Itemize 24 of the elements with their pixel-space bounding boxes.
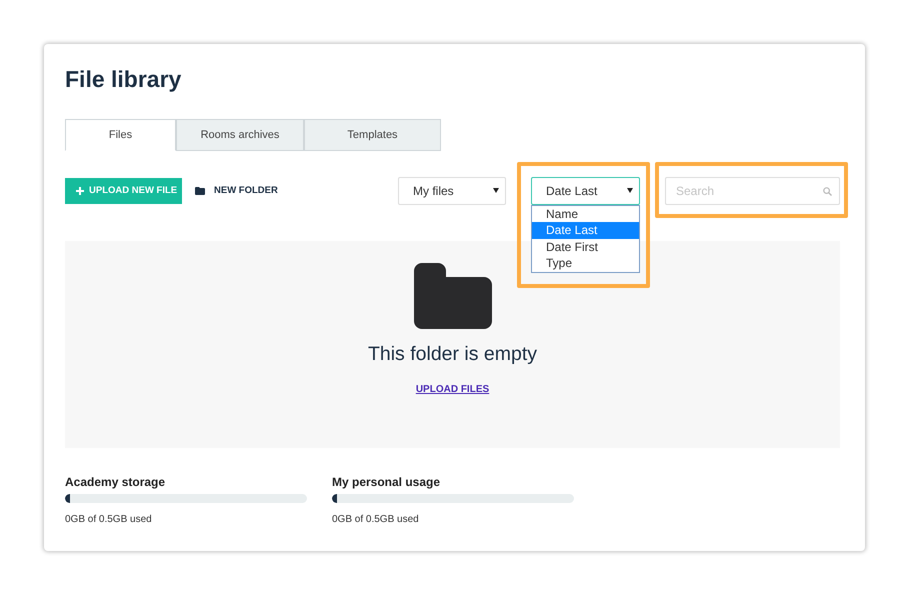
storage-label: My personal usage [332, 475, 442, 489]
sort-select[interactable]: Date Last [531, 176, 640, 204]
upload-files-link[interactable]: UPLOAD FILES [416, 384, 490, 395]
new-folder-button[interactable]: NEW FOLDER [195, 185, 278, 196]
usage-reading: 0GB of 0.5GB used [65, 514, 153, 525]
tab[interactable]: Templates [304, 119, 441, 151]
folder-icon [414, 263, 492, 329]
dropdown-option[interactable]: Name [532, 206, 639, 222]
tab[interactable]: Files [65, 119, 176, 151]
search-icon [823, 186, 832, 196]
search-field[interactable]: Search [665, 176, 840, 204]
page-title: File library [65, 66, 182, 92]
storage-label: Academy storage [65, 475, 166, 489]
dropdown-option[interactable]: Date First [532, 238, 639, 255]
filter-select[interactable]: My files [398, 176, 506, 204]
plus-icon [76, 186, 84, 194]
dropdown-option[interactable]: Type [532, 255, 639, 272]
tab[interactable]: Rooms archives [176, 119, 304, 151]
dropdown-option[interactable]: Date Last [532, 222, 639, 238]
folder-icon [195, 186, 205, 194]
usage-reading: 0GB of 0.5GB used [332, 514, 420, 525]
caret-icon [627, 188, 633, 193]
empty-message: This folder is empty [368, 343, 538, 366]
caret-icon [493, 188, 499, 193]
